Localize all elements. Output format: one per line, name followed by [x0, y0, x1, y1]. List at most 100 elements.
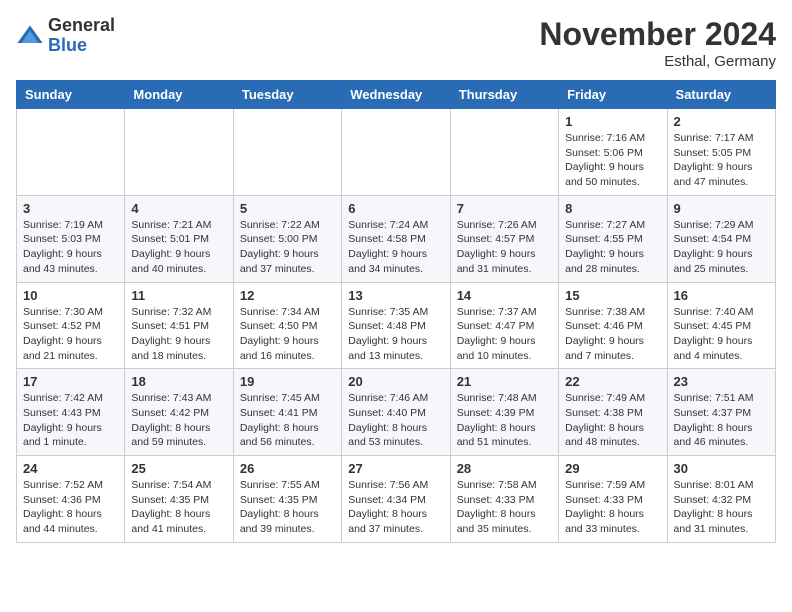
calendar-cell-w2-d3: 5 Sunrise: 7:22 AM Sunset: 5:00 PM Dayli…	[233, 195, 341, 282]
day-number: 24	[23, 461, 118, 476]
day-daylight: Daylight: 8 hours and 35 minutes.	[457, 508, 536, 535]
day-number: 12	[240, 288, 335, 303]
day-sunrise: Sunrise: 7:22 AM	[240, 219, 320, 231]
day-number: 21	[457, 374, 552, 389]
day-number: 18	[131, 374, 226, 389]
day-number: 7	[457, 201, 552, 216]
day-number: 30	[674, 461, 769, 476]
day-sunset: Sunset: 4:34 PM	[348, 494, 426, 506]
calendar-cell-w5-d3: 26 Sunrise: 7:55 AM Sunset: 4:35 PM Dayl…	[233, 456, 341, 543]
calendar-cell-w2-d5: 7 Sunrise: 7:26 AM Sunset: 4:57 PM Dayli…	[450, 195, 558, 282]
day-sunset: Sunset: 4:50 PM	[240, 320, 318, 332]
calendar-cell-w1-d3	[233, 109, 341, 196]
day-sunrise: Sunrise: 7:37 AM	[457, 306, 537, 318]
day-sunset: Sunset: 4:55 PM	[565, 233, 643, 245]
day-sunrise: Sunrise: 7:46 AM	[348, 392, 428, 404]
col-tuesday: Tuesday	[233, 81, 341, 109]
col-monday: Monday	[125, 81, 233, 109]
day-number: 1	[565, 114, 660, 129]
day-daylight: Daylight: 9 hours and 40 minutes.	[131, 248, 210, 275]
day-sunset: Sunset: 4:35 PM	[131, 494, 209, 506]
day-sunset: Sunset: 5:03 PM	[23, 233, 101, 245]
day-number: 13	[348, 288, 443, 303]
day-daylight: Daylight: 8 hours and 53 minutes.	[348, 422, 427, 449]
calendar-cell-w1-d2	[125, 109, 233, 196]
calendar-cell-w1-d6: 1 Sunrise: 7:16 AM Sunset: 5:06 PM Dayli…	[559, 109, 667, 196]
day-daylight: Daylight: 9 hours and 13 minutes.	[348, 335, 427, 362]
day-sunrise: Sunrise: 7:49 AM	[565, 392, 645, 404]
day-sunrise: Sunrise: 7:42 AM	[23, 392, 103, 404]
col-thursday: Thursday	[450, 81, 558, 109]
calendar-cell-w2-d7: 9 Sunrise: 7:29 AM Sunset: 4:54 PM Dayli…	[667, 195, 775, 282]
day-sunrise: Sunrise: 7:27 AM	[565, 219, 645, 231]
calendar-week-4: 17 Sunrise: 7:42 AM Sunset: 4:43 PM Dayl…	[17, 369, 776, 456]
day-sunrise: Sunrise: 7:55 AM	[240, 479, 320, 491]
day-daylight: Daylight: 9 hours and 10 minutes.	[457, 335, 536, 362]
day-sunrise: Sunrise: 7:48 AM	[457, 392, 537, 404]
day-sunset: Sunset: 4:58 PM	[348, 233, 426, 245]
calendar-cell-w2-d4: 6 Sunrise: 7:24 AM Sunset: 4:58 PM Dayli…	[342, 195, 450, 282]
day-number: 20	[348, 374, 443, 389]
day-sunrise: Sunrise: 7:35 AM	[348, 306, 428, 318]
day-sunset: Sunset: 4:48 PM	[348, 320, 426, 332]
calendar-cell-w1-d5	[450, 109, 558, 196]
day-sunrise: Sunrise: 7:16 AM	[565, 132, 645, 144]
day-number: 6	[348, 201, 443, 216]
logo-blue: Blue	[48, 35, 87, 55]
day-number: 5	[240, 201, 335, 216]
logo: General Blue	[16, 16, 115, 56]
day-number: 15	[565, 288, 660, 303]
day-daylight: Daylight: 9 hours and 16 minutes.	[240, 335, 319, 362]
calendar-cell-w3-d7: 16 Sunrise: 7:40 AM Sunset: 4:45 PM Dayl…	[667, 282, 775, 369]
day-number: 10	[23, 288, 118, 303]
day-sunset: Sunset: 4:46 PM	[565, 320, 643, 332]
calendar-week-2: 3 Sunrise: 7:19 AM Sunset: 5:03 PM Dayli…	[17, 195, 776, 282]
day-daylight: Daylight: 9 hours and 47 minutes.	[674, 161, 753, 188]
calendar-cell-w2-d1: 3 Sunrise: 7:19 AM Sunset: 5:03 PM Dayli…	[17, 195, 125, 282]
day-sunrise: Sunrise: 7:32 AM	[131, 306, 211, 318]
day-daylight: Daylight: 8 hours and 31 minutes.	[674, 508, 753, 535]
calendar-cell-w3-d4: 13 Sunrise: 7:35 AM Sunset: 4:48 PM Dayl…	[342, 282, 450, 369]
day-sunset: Sunset: 4:37 PM	[674, 407, 752, 419]
day-sunrise: Sunrise: 7:34 AM	[240, 306, 320, 318]
day-daylight: Daylight: 9 hours and 7 minutes.	[565, 335, 644, 362]
day-number: 22	[565, 374, 660, 389]
calendar-cell-w5-d2: 25 Sunrise: 7:54 AM Sunset: 4:35 PM Dayl…	[125, 456, 233, 543]
day-daylight: Daylight: 8 hours and 59 minutes.	[131, 422, 210, 449]
calendar-cell-w1-d7: 2 Sunrise: 7:17 AM Sunset: 5:05 PM Dayli…	[667, 109, 775, 196]
calendar-table: Sunday Monday Tuesday Wednesday Thursday…	[16, 80, 776, 543]
day-daylight: Daylight: 8 hours and 48 minutes.	[565, 422, 644, 449]
calendar-cell-w4-d5: 21 Sunrise: 7:48 AM Sunset: 4:39 PM Dayl…	[450, 369, 558, 456]
day-sunrise: Sunrise: 8:01 AM	[674, 479, 754, 491]
day-number: 27	[348, 461, 443, 476]
calendar-week-3: 10 Sunrise: 7:30 AM Sunset: 4:52 PM Dayl…	[17, 282, 776, 369]
day-number: 4	[131, 201, 226, 216]
logo-general: General	[48, 15, 115, 35]
calendar-header-row: Sunday Monday Tuesday Wednesday Thursday…	[17, 81, 776, 109]
calendar-cell-w4-d1: 17 Sunrise: 7:42 AM Sunset: 4:43 PM Dayl…	[17, 369, 125, 456]
day-number: 16	[674, 288, 769, 303]
calendar-cell-w5-d7: 30 Sunrise: 8:01 AM Sunset: 4:32 PM Dayl…	[667, 456, 775, 543]
day-sunset: Sunset: 5:00 PM	[240, 233, 318, 245]
day-daylight: Daylight: 9 hours and 21 minutes.	[23, 335, 102, 362]
day-sunset: Sunset: 4:38 PM	[565, 407, 643, 419]
day-daylight: Daylight: 8 hours and 56 minutes.	[240, 422, 319, 449]
day-sunset: Sunset: 4:33 PM	[457, 494, 535, 506]
day-daylight: Daylight: 8 hours and 44 minutes.	[23, 508, 102, 535]
day-sunset: Sunset: 4:40 PM	[348, 407, 426, 419]
day-sunset: Sunset: 4:57 PM	[457, 233, 535, 245]
calendar-cell-w2-d2: 4 Sunrise: 7:21 AM Sunset: 5:01 PM Dayli…	[125, 195, 233, 282]
day-number: 28	[457, 461, 552, 476]
day-number: 9	[674, 201, 769, 216]
title-block: November 2024 Esthal, Germany	[539, 16, 776, 70]
day-sunset: Sunset: 4:43 PM	[23, 407, 101, 419]
day-daylight: Daylight: 9 hours and 37 minutes.	[240, 248, 319, 275]
day-sunset: Sunset: 5:05 PM	[674, 147, 752, 159]
day-number: 26	[240, 461, 335, 476]
logo-text: General Blue	[48, 16, 115, 56]
day-number: 23	[674, 374, 769, 389]
calendar-cell-w3-d1: 10 Sunrise: 7:30 AM Sunset: 4:52 PM Dayl…	[17, 282, 125, 369]
day-sunrise: Sunrise: 7:21 AM	[131, 219, 211, 231]
day-daylight: Daylight: 9 hours and 43 minutes.	[23, 248, 102, 275]
day-sunset: Sunset: 4:52 PM	[23, 320, 101, 332]
